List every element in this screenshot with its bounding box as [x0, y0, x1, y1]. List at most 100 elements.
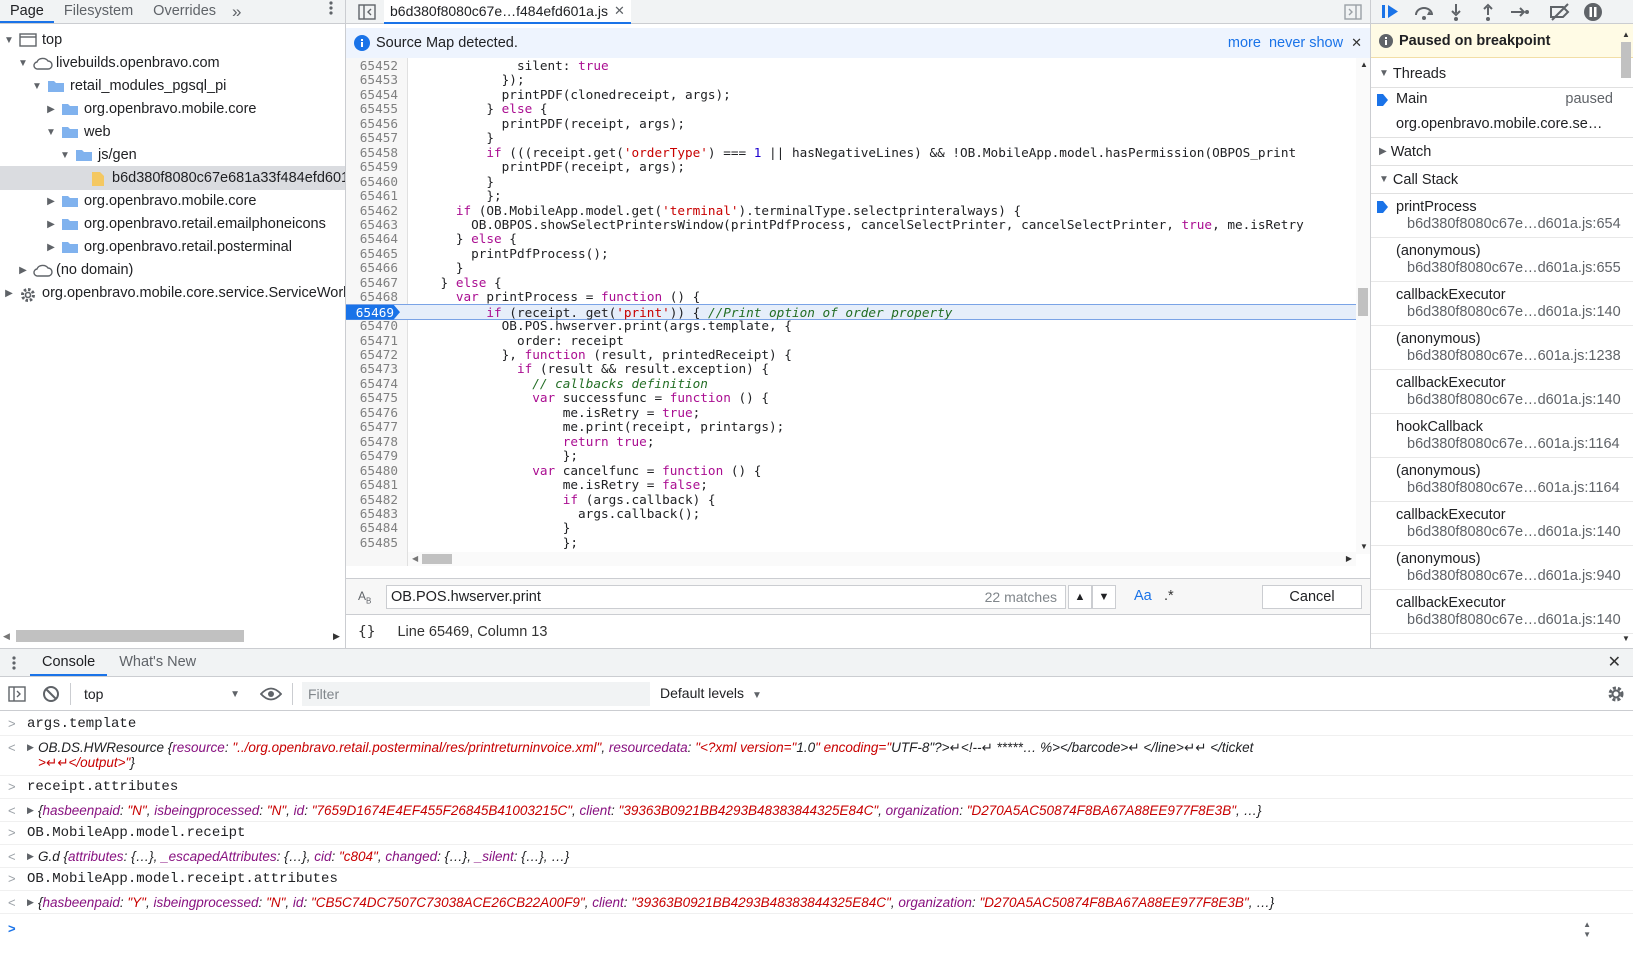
code-line[interactable]: 65455 } else { [346, 101, 1356, 116]
match-case-button[interactable]: Aa [1134, 588, 1152, 604]
tree-item[interactable]: ▶ org.openbravo.retail.posterminal [0, 235, 345, 259]
code-line[interactable]: 65468 var printProcess = function () { [346, 289, 1356, 304]
line-number[interactable]: 65475 [346, 390, 404, 405]
expand-object-icon[interactable]: ▶ [27, 897, 34, 908]
regex-button[interactable]: .* [1164, 588, 1174, 604]
tree-item[interactable]: ▶ org.openbravo.mobile.core [0, 97, 345, 121]
collapsed-arrow-icon[interactable]: ▶ [44, 217, 58, 231]
code-line[interactable]: 65466 } [346, 260, 1356, 275]
step-out-icon[interactable] [1479, 3, 1497, 21]
expanded-arrow-icon[interactable]: ▼ [2, 33, 16, 47]
line-number[interactable]: 65459 [346, 159, 404, 174]
editor-vscrollbar[interactable]: ▲ ▼ [1356, 58, 1370, 554]
code-editor[interactable]: 65452 silent: true 65453 }); 65454 printPD… [346, 58, 1370, 566]
console-input-line[interactable]: > args.template [0, 713, 1633, 736]
search-prev-button[interactable]: ▲ [1068, 585, 1092, 609]
infobar-more-link[interactable]: more [1228, 35, 1261, 51]
tree-item[interactable]: ▶ org.openbravo.mobile.core.service.Servi… [0, 281, 345, 305]
callstack-frame[interactable]: callbackExecutor b6d380f8080c67e…d601a.js… [1371, 502, 1633, 546]
line-number[interactable]: 65462 [346, 203, 404, 218]
tree-item[interactable]: ▼ livebuilds.openbravo.com [0, 51, 345, 75]
code-line[interactable]: 65478 return true; [346, 434, 1356, 449]
search-next-button[interactable]: ▼ [1092, 585, 1116, 609]
code-line[interactable]: 65485 }; [346, 535, 1356, 550]
line-number[interactable]: 65463 [346, 217, 404, 232]
line-number[interactable]: 65457 [346, 130, 404, 145]
code-line[interactable]: 65476 me.isRetry = true; [346, 405, 1356, 420]
code-line[interactable]: 65464 } else { [346, 231, 1356, 246]
step-over-icon[interactable] [1413, 3, 1435, 21]
context-selector[interactable]: top ▼ [76, 681, 244, 707]
expanded-arrow-icon[interactable]: ▼ [16, 56, 30, 70]
console-output-line[interactable]: < ▶ G.d {attributes: {…}, _escapedAttribut… [0, 845, 1633, 868]
code-line[interactable]: 65462 if (OB.MobileApp.model.get('termin… [346, 203, 1356, 218]
console-input-line[interactable]: > receipt.attributes [0, 776, 1633, 799]
console-prompt[interactable]: > ▲ ▼ [0, 918, 1633, 946]
infobar-never-show-link[interactable]: never show [1269, 35, 1343, 51]
collapsed-arrow-icon[interactable]: ▶ [16, 263, 30, 277]
file-tab[interactable]: b6d380f8080c67e…f484efd601a.js ✕ [384, 0, 631, 24]
thread-row-main[interactable]: Main paused [1371, 88, 1633, 112]
search-input[interactable]: OB.POS.hwserver.print 22 matches [386, 585, 1066, 609]
live-expression-eye-icon[interactable] [260, 687, 282, 701]
callstack-frame[interactable]: hookCallback b6d380f8080c67e…601a.js:1164 [1371, 414, 1633, 458]
expand-object-icon[interactable]: ▶ [27, 851, 34, 862]
collapsed-arrow-icon[interactable]: ▶ [44, 240, 58, 254]
code-line[interactable]: 65454 printPDF(clonedreceipt, args); [346, 87, 1356, 102]
tree-item[interactable]: ▼ web [0, 120, 345, 144]
callstack-frame[interactable]: (anonymous) b6d380f8080c67e…601a.js:1238 [1371, 326, 1633, 370]
expanded-arrow-icon[interactable]: ▼ [58, 148, 72, 162]
tree-item[interactable]: ▼ retail_modules_pgsql_pi [0, 74, 345, 98]
line-number[interactable]: 65484 [346, 520, 404, 535]
line-number[interactable]: 65452 [346, 58, 404, 73]
console-input-line[interactable]: > OB.MobileApp.model.receipt.attributes [0, 868, 1633, 891]
code-line[interactable]: 65459 printPDF(receipt, args); [346, 159, 1356, 174]
code-line[interactable]: 65474 // callbacks definition [346, 376, 1356, 391]
code-line[interactable]: 65467 } else { [346, 275, 1356, 290]
code-line[interactable]: 65482 if (args.callback) { [346, 492, 1356, 507]
code-line[interactable]: 65452 silent: true [346, 58, 1356, 73]
line-number[interactable]: 65455 [346, 101, 404, 116]
drawer-menu-icon[interactable] [0, 649, 30, 676]
tree-item[interactable]: ▶ (no domain) [0, 258, 345, 282]
code-line[interactable]: 65475 var successfunc = function () { [346, 390, 1356, 405]
code-line[interactable]: 65481 me.isRetry = false; [346, 477, 1356, 492]
code-line[interactable]: 65477 me.print(receipt, printargs); [346, 419, 1356, 434]
code-line[interactable]: 65453 }); [346, 72, 1356, 87]
console-output-line[interactable]: < ▶ {hasbeenpaid: "N", isbeingprocessed: "… [0, 799, 1633, 822]
line-number[interactable]: 65464 [346, 231, 404, 246]
callstack-frame[interactable]: callbackExecutor b6d380f8080c67e…d601a.js… [1371, 282, 1633, 326]
line-number[interactable]: 65474 [346, 376, 404, 391]
line-number[interactable]: 65478 [346, 434, 404, 449]
line-number[interactable]: 65466 [346, 260, 404, 275]
line-number[interactable]: 65465 [346, 246, 404, 261]
line-number[interactable]: 65453 [346, 72, 404, 87]
tab-overrides[interactable]: Overrides [143, 0, 226, 23]
callstack-frame[interactable]: printProcess b6d380f8080c67e…d601a.js:654 [1371, 194, 1633, 238]
toggle-navigator-icon[interactable] [358, 4, 376, 20]
callstack-frame[interactable]: (anonymous) b6d380f8080c67e…601a.js:1164 [1371, 458, 1633, 502]
line-number[interactable]: 65471 [346, 333, 404, 348]
tree-item[interactable]: b6d380f8080c67e681a33f484efd601a.js [0, 166, 345, 190]
tab-filesystem[interactable]: Filesystem [54, 0, 143, 23]
collapsed-arrow-icon[interactable]: ▶ [2, 286, 16, 300]
resume-icon[interactable] [1381, 3, 1403, 21]
deactivate-breakpoints-icon[interactable] [1549, 3, 1571, 21]
more-tabs-icon[interactable]: » [226, 0, 247, 23]
editor-hscrollbar[interactable]: ◀ ▶ [408, 552, 1356, 566]
debugger-vscrollbar[interactable]: ▲ ▼ [1619, 28, 1633, 648]
tree-item[interactable]: ▼ top [0, 28, 345, 52]
tree-item[interactable]: ▼ js/gen [0, 143, 345, 167]
tab-console[interactable]: Console [30, 649, 108, 676]
log-levels-dropdown[interactable]: Default levels ▼ [660, 685, 762, 701]
step-icon[interactable] [1509, 3, 1529, 21]
line-number[interactable]: 65468 [346, 289, 404, 304]
line-number[interactable]: 65480 [346, 463, 404, 478]
console-filter-input[interactable]: Filter [302, 682, 650, 706]
line-number[interactable]: 65460 [346, 174, 404, 189]
tree-item[interactable]: ▶ org.openbravo.retail.emailphoneicons [0, 212, 345, 236]
expand-object-icon[interactable]: ▶ [27, 742, 34, 753]
pause-on-exceptions-icon[interactable] [1583, 2, 1603, 22]
replace-toggle-icon[interactable]: AB [358, 589, 371, 605]
step-into-icon[interactable] [1447, 3, 1465, 21]
